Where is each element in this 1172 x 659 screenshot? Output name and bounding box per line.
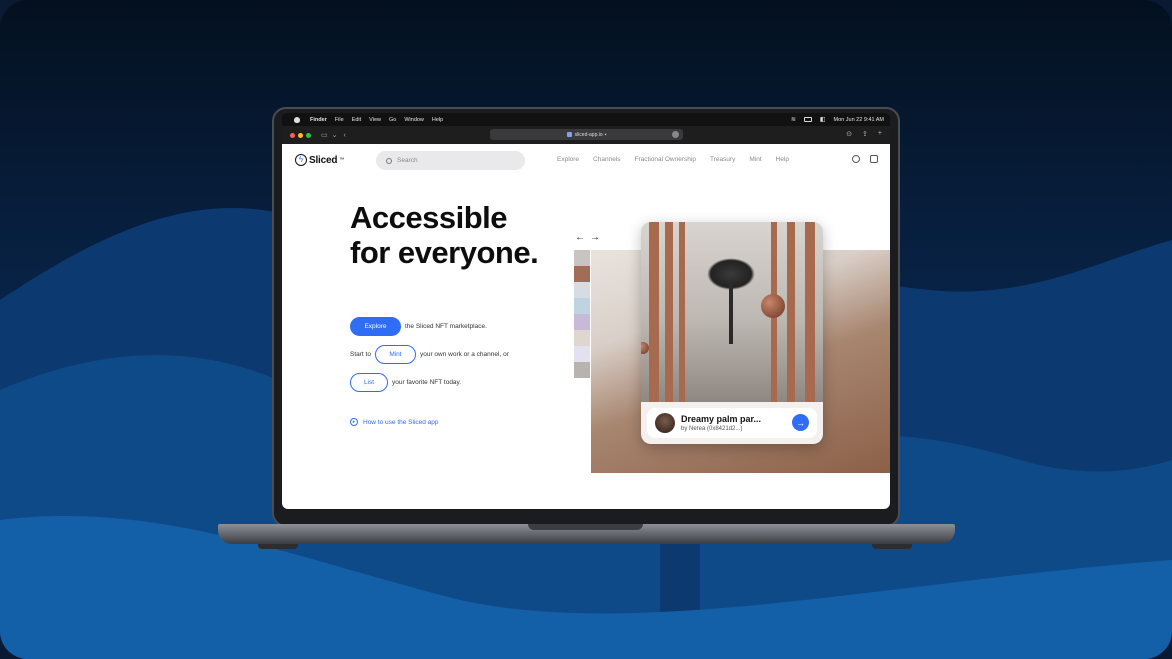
wallet-icon[interactable] bbox=[870, 155, 878, 163]
art-pillar bbox=[679, 222, 685, 402]
zoom-window-button[interactable] bbox=[306, 132, 311, 138]
url-text: sliced-app.io bbox=[574, 131, 603, 138]
main-nav: Explore Channels Fractional Ownership Tr… bbox=[557, 156, 803, 163]
hero-title-line2: for everyone. bbox=[350, 235, 539, 270]
arrow-right-icon[interactable]: → bbox=[590, 232, 600, 243]
thumbnail[interactable] bbox=[574, 362, 590, 378]
thumbnail[interactable] bbox=[574, 346, 590, 362]
apple-icon[interactable] bbox=[294, 116, 300, 123]
menu-help[interactable]: Help bbox=[432, 117, 443, 123]
play-icon: ▸ bbox=[350, 418, 358, 426]
laptop-hinge bbox=[528, 524, 643, 530]
menu-window[interactable]: Window bbox=[404, 117, 424, 123]
hero-title: Accessible for everyone. bbox=[350, 200, 539, 270]
hero-title-line1: Accessible bbox=[350, 200, 508, 235]
nav-treasury[interactable]: Treasury bbox=[710, 156, 735, 163]
list-text: your favorite NFT today. bbox=[392, 379, 462, 386]
site-favicon-icon bbox=[566, 132, 572, 137]
avatar bbox=[655, 413, 675, 433]
list-button[interactable]: List bbox=[350, 373, 388, 392]
wifi-icon[interactable]: ≋ bbox=[791, 116, 796, 123]
trademark: ™ bbox=[339, 157, 345, 163]
thumbnail[interactable] bbox=[574, 330, 590, 346]
mint-row: Start to Mint your own work or a channel… bbox=[350, 345, 509, 364]
nft-info: Dreamy palm par... by Nerea (0x8421d2...… bbox=[647, 408, 817, 438]
close-window-button[interactable] bbox=[290, 132, 295, 138]
mint-button[interactable]: Mint bbox=[374, 345, 416, 364]
arrow-left-icon[interactable]: ← bbox=[575, 232, 585, 243]
back-icon[interactable]: ‹ bbox=[344, 132, 346, 139]
laptop-foot bbox=[258, 544, 298, 549]
mint-text: your own work or a channel, or bbox=[419, 351, 509, 358]
browser-toolbar: ▭ ⌄ ‹ sliced-app.io ▪ ⊙ ⇪ + bbox=[282, 126, 890, 144]
address-bar[interactable]: sliced-app.io ▪ bbox=[490, 129, 683, 140]
search-icon bbox=[386, 157, 392, 164]
battery-icon[interactable] bbox=[803, 117, 812, 122]
thumbnail[interactable] bbox=[574, 282, 590, 298]
nft-artwork bbox=[641, 222, 823, 402]
menu-go[interactable]: Go bbox=[389, 117, 396, 123]
art-pillar bbox=[665, 222, 673, 402]
macos-menubar: Finder File Edit View Go Window Help ≋ ◧… bbox=[282, 113, 890, 126]
start-text: Start to bbox=[350, 351, 371, 358]
thumbnail[interactable] bbox=[574, 250, 590, 266]
web-page: ϟ Sliced ™ Search Explore Channels Fract… bbox=[282, 144, 890, 509]
menu-file[interactable]: File bbox=[335, 117, 344, 123]
art-sphere bbox=[641, 342, 649, 354]
chevron-down-icon[interactable]: ⌄ bbox=[332, 131, 338, 139]
site-logo[interactable]: ϟ Sliced ™ bbox=[295, 154, 344, 166]
thumbnail-strip bbox=[574, 250, 590, 380]
menu-edit[interactable]: Edit bbox=[352, 117, 361, 123]
list-row: List your favorite NFT today. bbox=[350, 373, 461, 392]
menubar-status: ≋ ◧ Mon Jun 22 9:41 AM bbox=[791, 116, 884, 124]
extension-icon[interactable] bbox=[672, 131, 679, 138]
art-pillar bbox=[805, 222, 815, 402]
share-icon[interactable]: ⇪ bbox=[862, 130, 868, 138]
thumbnail[interactable] bbox=[574, 314, 590, 330]
palm-trunk bbox=[729, 282, 733, 344]
thumbnail[interactable] bbox=[574, 266, 590, 282]
toolbar-actions: ⊙ ⇪ + bbox=[846, 130, 882, 138]
explore-button[interactable]: Explore bbox=[350, 317, 401, 336]
logo-text: Sliced bbox=[309, 154, 338, 166]
nft-author: by Nerea (0x8421d2...) bbox=[681, 426, 743, 432]
menu-view[interactable]: View bbox=[369, 117, 381, 123]
menu-app[interactable]: Finder bbox=[310, 117, 327, 123]
nav-icons bbox=[852, 155, 878, 163]
search-placeholder: Search bbox=[397, 157, 418, 164]
new-tab-icon[interactable]: + bbox=[878, 130, 882, 138]
nav-mint[interactable]: Mint bbox=[749, 156, 761, 163]
art-sphere bbox=[761, 294, 785, 318]
thumbnail[interactable] bbox=[574, 298, 590, 314]
how-to-link[interactable]: ▸ How to use the Sliced app bbox=[350, 418, 439, 426]
lock-icon: ▪ bbox=[604, 131, 607, 138]
nft-text: Dreamy palm par... by Nerea (0x8421d2...… bbox=[681, 414, 761, 432]
laptop-foot bbox=[872, 544, 912, 549]
search-input[interactable]: Search bbox=[376, 151, 525, 170]
art-pillar bbox=[787, 222, 795, 402]
downloads-icon[interactable]: ⊙ bbox=[846, 130, 852, 138]
art-pillar bbox=[649, 222, 659, 402]
profile-icon[interactable] bbox=[852, 155, 860, 163]
explore-text: the Sliced NFT marketplace. bbox=[405, 323, 487, 330]
gallery-arrows: ← → bbox=[575, 232, 600, 243]
nav-help[interactable]: Help bbox=[776, 156, 789, 163]
nft-card[interactable]: Dreamy palm par... by Nerea (0x8421d2...… bbox=[641, 222, 823, 444]
nav-channels[interactable]: Channels bbox=[593, 156, 620, 163]
nav-fractional-ownership[interactable]: Fractional Ownership bbox=[635, 156, 696, 163]
laptop-screen: Finder File Edit View Go Window Help ≋ ◧… bbox=[282, 113, 890, 509]
nav-explore[interactable]: Explore bbox=[557, 156, 579, 163]
arrow-right-icon[interactable]: → bbox=[792, 414, 809, 431]
sidebar-toggle-icon[interactable]: ▭ bbox=[321, 131, 328, 139]
menubar-datetime[interactable]: Mon Jun 22 9:41 AM bbox=[834, 117, 884, 123]
control-center-icon[interactable]: ◧ bbox=[820, 116, 826, 123]
bolt-icon: ϟ bbox=[295, 154, 307, 166]
minimize-window-button[interactable] bbox=[298, 132, 303, 138]
explore-row: Explore the Sliced NFT marketplace. bbox=[350, 317, 487, 336]
nft-title: Dreamy palm par... bbox=[681, 414, 762, 424]
how-to-text: How to use the Sliced app bbox=[363, 418, 439, 426]
